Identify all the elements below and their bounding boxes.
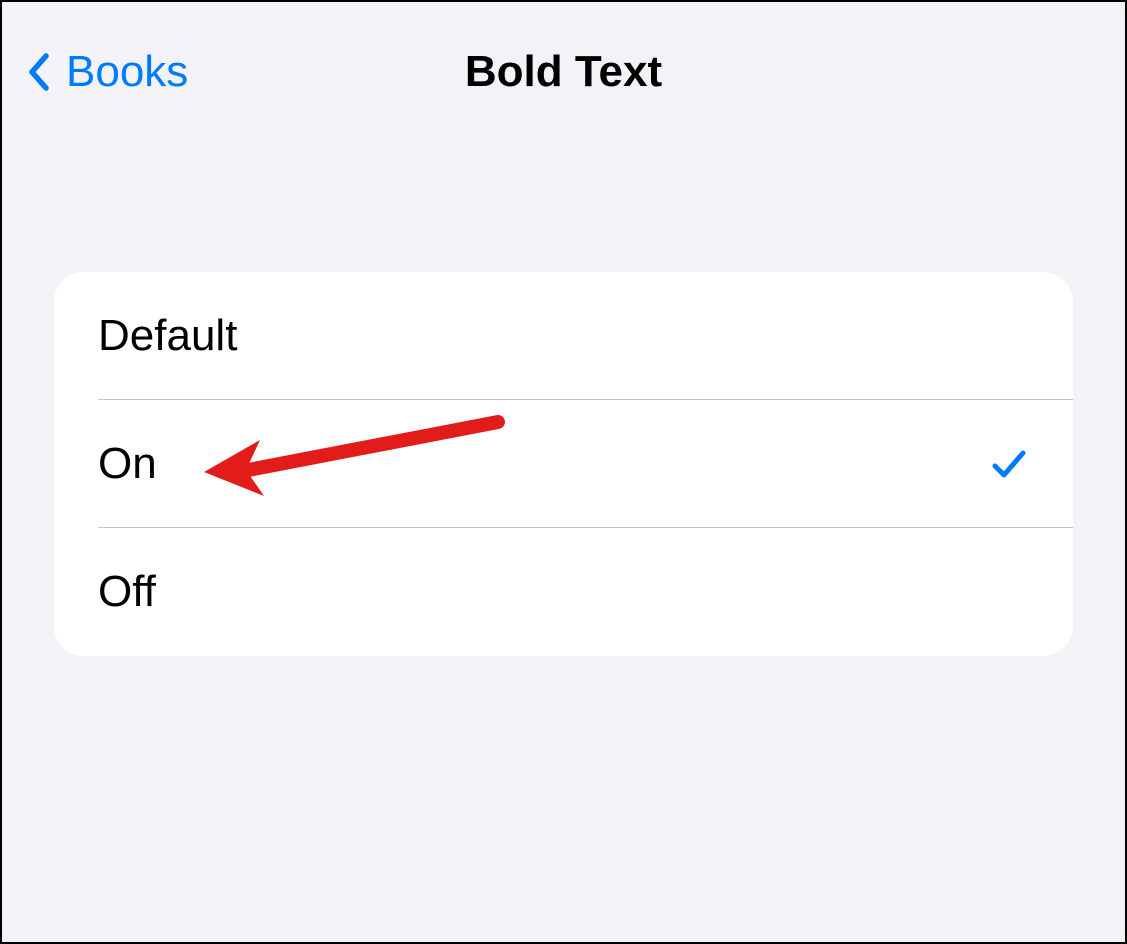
content-area: Default On Off [2, 142, 1125, 656]
option-default[interactable]: Default [54, 272, 1073, 400]
option-label: On [98, 439, 157, 489]
back-button[interactable]: Books [26, 47, 188, 97]
option-label: Off [98, 567, 156, 617]
option-on[interactable]: On [54, 400, 1073, 528]
options-list: Default On Off [54, 272, 1073, 656]
back-button-label: Books [66, 47, 188, 97]
checkmark-icon [989, 444, 1029, 484]
navigation-bar: Books Bold Text [2, 2, 1125, 142]
chevron-left-icon [26, 52, 50, 92]
option-off[interactable]: Off [54, 528, 1073, 656]
option-label: Default [98, 311, 237, 361]
